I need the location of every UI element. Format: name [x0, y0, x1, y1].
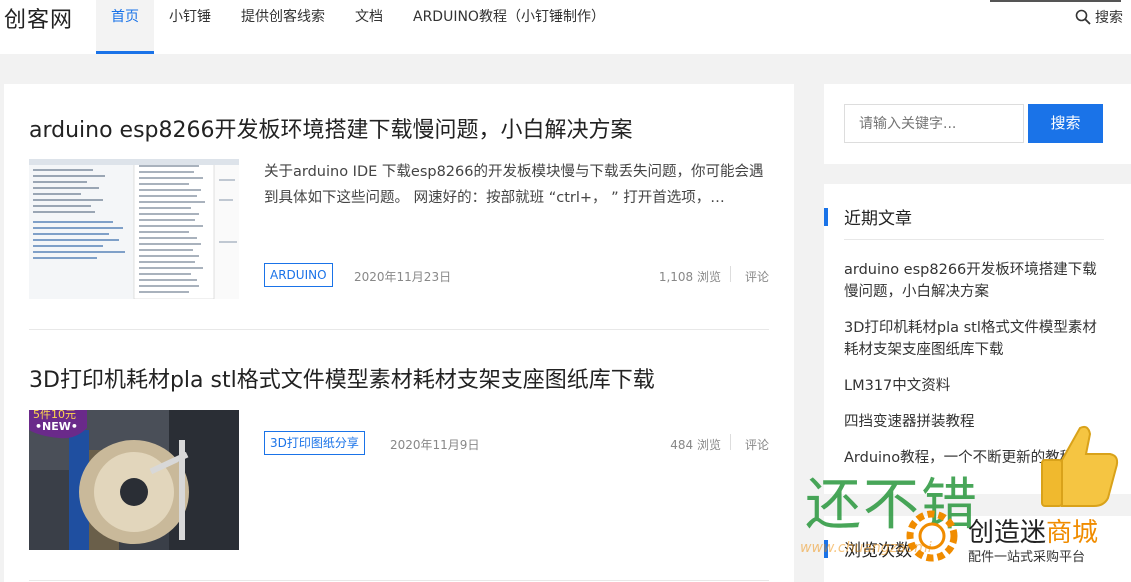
meta-separator [730, 434, 731, 450]
post-meta: 3D打印图纸分享 2020年11月9日 484 浏览 评论 [264, 431, 769, 455]
post-divider [29, 580, 769, 581]
thumbnail-badge-new: •NEW• [35, 420, 78, 433]
top-search-button[interactable]: 搜索 [1075, 7, 1123, 27]
recent-post-link[interactable]: arduino esp8266开发板环境搭建下载慢问题，小白解决方案 [844, 259, 1104, 303]
search-icon [1075, 9, 1091, 25]
post-body: 5件10元 •NEW• 3D打印图纸分享 2020年11月9日 484 浏览 评… [29, 410, 769, 550]
top-navbar: 创客网 首页 小钉锤 提供创客线索 文档 ARDUINO教程（小钉锤制作） 搜索 [0, 0, 1131, 54]
post-comments-link[interactable]: 评论 [745, 436, 769, 453]
post-date: 2020年11月23日 [354, 270, 452, 284]
post-item: 3D打印机耗材pla stl格式文件模型素材耗材支架支座图纸库下载 [29, 362, 769, 394]
post-views: 1,108 浏览 [658, 270, 721, 284]
recent-post-link[interactable]: 3D打印机耗材pla stl格式文件模型素材耗材支架支座图纸库下载 [844, 317, 1104, 361]
post-body: 关于arduino IDE 下载esp8266的开发板模块慢与下载丢失问题，你可… [29, 159, 769, 299]
post-meta: ARDUINO 2020年11月23日 1,108 浏览 评论 [264, 263, 769, 287]
site-logo[interactable]: 创客网 [4, 2, 73, 34]
nav-item-hammer[interactable]: 小钉锤 [154, 0, 226, 54]
post-title[interactable]: 3D打印机耗材pla stl格式文件模型素材耗材支架支座图纸库下载 [29, 362, 769, 394]
post-thumbnail[interactable]: 5件10元 •NEW• [29, 410, 239, 550]
recent-post-link[interactable]: LM317中文资料 [844, 375, 1104, 397]
nav-item-docs[interactable]: 文档 [340, 0, 398, 54]
post-tag[interactable]: ARDUINO [264, 263, 333, 287]
post-date: 2020年11月9日 [390, 438, 480, 452]
heading-accent-bar [824, 208, 828, 226]
code-screenshot-image [29, 159, 239, 299]
recent-post-link[interactable]: 四挡变速器拼装教程 [844, 411, 1104, 433]
post-title[interactable]: arduino esp8266开发板环境搭建下载慢问题，小白解决方案 [29, 112, 769, 144]
post-divider [29, 329, 769, 330]
post-thumbnail[interactable] [29, 159, 239, 299]
sidebar-views-widget: 浏览次数 [824, 516, 1131, 582]
heading-divider [844, 239, 1104, 240]
post-list: arduino esp8266开发板环境搭建下载慢问题，小白解决方案 关于ard… [4, 84, 794, 582]
post-item: arduino esp8266开发板环境搭建下载慢问题，小白解决方案 [29, 112, 769, 144]
post-excerpt: 关于arduino IDE 下载esp8266的开发板模块慢与下载丢失问题，你可… [264, 164, 764, 206]
post-comments-link[interactable]: 评论 [745, 268, 769, 285]
nav-item-arduino-tutorial[interactable]: ARDUINO教程（小钉锤制作） [398, 0, 620, 54]
heading-accent-bar [824, 540, 828, 558]
sidebar-search-button[interactable]: 搜索 [1028, 104, 1103, 143]
sidebar-search-widget: 搜索 [824, 84, 1131, 164]
top-edge-line [990, 0, 1121, 2]
nav-item-home[interactable]: 首页 [96, 0, 154, 54]
recent-posts-list: arduino esp8266开发板环境搭建下载慢问题，小白解决方案 3D打印机… [844, 259, 1104, 483]
post-views: 484 浏览 [670, 438, 721, 452]
sidebar-heading: 近期文章 [844, 209, 912, 229]
main-nav: 首页 小钉锤 提供创客线索 文档 ARDUINO教程（小钉锤制作） [96, 0, 620, 54]
nav-item-submit-lead[interactable]: 提供创客线索 [226, 0, 340, 54]
sidebar-recent-posts: 近期文章 arduino esp8266开发板环境搭建下载慢问题，小白解决方案 … [824, 184, 1131, 494]
recent-post-link[interactable]: Arduino教程，一个不断更新的教程 [844, 447, 1104, 469]
top-search-label: 搜索 [1095, 10, 1123, 26]
meta-separator [730, 266, 731, 282]
sidebar-search-input[interactable] [844, 104, 1024, 143]
sidebar-heading: 浏览次数 [844, 541, 912, 561]
post-tag[interactable]: 3D打印图纸分享 [264, 431, 365, 455]
